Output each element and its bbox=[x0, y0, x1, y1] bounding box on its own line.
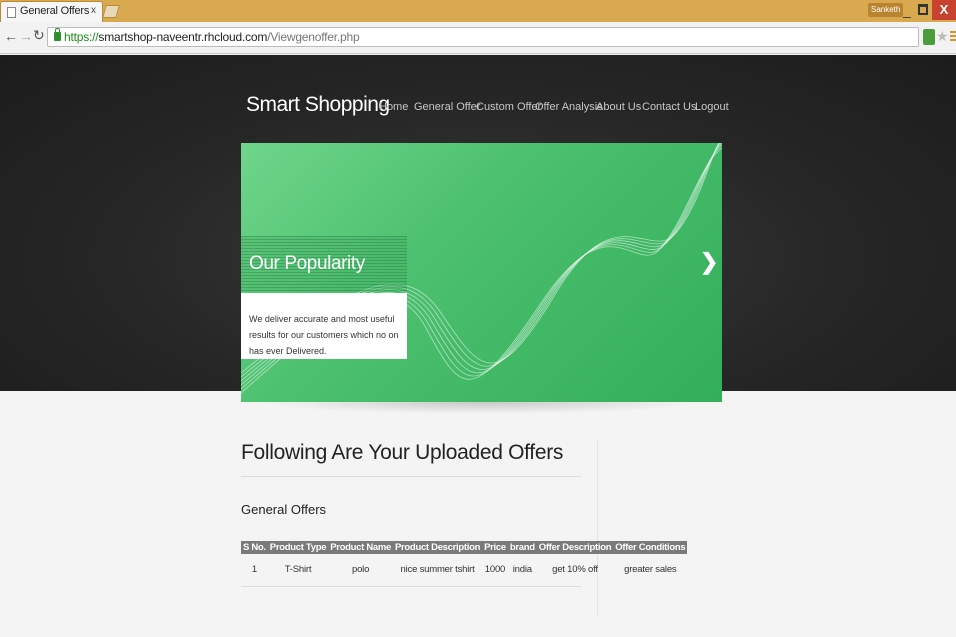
slide-title: Our Popularity bbox=[249, 253, 365, 274]
url-text[interactable]: https://smartshop-naveentr.rhcloud.com/V… bbox=[64, 30, 360, 44]
page-title: Following Are Your Uploaded Offers bbox=[241, 441, 564, 464]
table-divider bbox=[241, 586, 581, 587]
section-title: General Offers bbox=[241, 502, 327, 517]
nav-custom-offer[interactable]: Custom Offer bbox=[476, 101, 541, 113]
close-window-button[interactable]: X bbox=[932, 0, 956, 20]
column-header: Offer Description bbox=[536, 541, 614, 554]
divider bbox=[241, 476, 581, 477]
nav-about-us[interactable]: About Us bbox=[596, 101, 641, 113]
table-header-row: S No. Product Type Product Name Product … bbox=[241, 541, 688, 554]
table-cell: nice summer tshirt bbox=[400, 563, 475, 575]
sidebar-divider bbox=[597, 439, 598, 615]
column-header: Product Description bbox=[393, 541, 483, 554]
tab-close-icon[interactable]: x bbox=[91, 5, 96, 16]
browser-tab[interactable]: General Offers x bbox=[0, 1, 103, 22]
tab-title: General Offers bbox=[20, 5, 90, 17]
lock-icon bbox=[54, 28, 61, 41]
table-cell: 1 bbox=[251, 563, 257, 575]
column-header: S No. bbox=[241, 541, 268, 554]
slider-shadow bbox=[258, 402, 704, 414]
minimize-button[interactable]: _ bbox=[900, 1, 914, 19]
new-tab-button[interactable] bbox=[102, 5, 120, 18]
site-brand[interactable]: Smart Shopping bbox=[246, 93, 390, 117]
table-row: 1 T-Shirt polo nice summer tshirt 1000 i… bbox=[241, 554, 687, 584]
column-header: Product Type bbox=[267, 541, 329, 554]
bookmark-star-icon[interactable]: ★ bbox=[936, 28, 949, 45]
column-header: Product Name bbox=[328, 541, 393, 554]
back-arrow-icon[interactable]: ← bbox=[4, 28, 18, 44]
slider-next-chevron-icon[interactable]: ❯ bbox=[700, 249, 718, 275]
table-cell: india bbox=[512, 563, 532, 575]
column-header: brand bbox=[507, 541, 537, 554]
address-bar[interactable]: https://smartshop-naveentr.rhcloud.com/V… bbox=[47, 27, 919, 47]
profile-badge[interactable]: Sanketh bbox=[868, 3, 904, 17]
nav-offer-analysis[interactable]: Offer Analysis bbox=[535, 101, 603, 113]
nav-general-offer[interactable]: General Offer bbox=[414, 101, 480, 113]
table-cell: 1000 bbox=[484, 563, 506, 575]
page-icon bbox=[7, 7, 16, 18]
forward-arrow-icon[interactable]: → bbox=[19, 28, 33, 44]
table-cell: T-Shirt bbox=[284, 563, 312, 575]
extension-icon[interactable] bbox=[923, 29, 935, 45]
hero-slider: Our Popularity We deliver accurate and m… bbox=[241, 143, 722, 402]
column-header: Offer Conditions bbox=[613, 541, 688, 554]
nav-contact-us[interactable]: Contact Us bbox=[642, 101, 696, 113]
table-cell: get 10% off bbox=[552, 563, 598, 575]
browser-toolbar: ← → ↻ https://smartshop-naveentr.rhcloud… bbox=[0, 22, 956, 54]
browser-menu-icon[interactable] bbox=[950, 31, 956, 41]
table-cell: greater sales bbox=[624, 563, 677, 575]
nav-home[interactable]: Home bbox=[379, 101, 408, 113]
offers-table: S No. Product Type Product Name Product … bbox=[241, 541, 688, 584]
browser-titlebar: General Offers x Sanketh _ X bbox=[0, 0, 956, 22]
column-header: Price bbox=[482, 541, 508, 554]
table-cell: polo bbox=[352, 563, 370, 575]
maximize-button[interactable] bbox=[918, 4, 928, 15]
slide-caption-text: We deliver accurate and most useful resu… bbox=[249, 314, 399, 356]
nav-logout[interactable]: Logout bbox=[695, 101, 729, 113]
reload-icon[interactable]: ↻ bbox=[33, 27, 45, 44]
